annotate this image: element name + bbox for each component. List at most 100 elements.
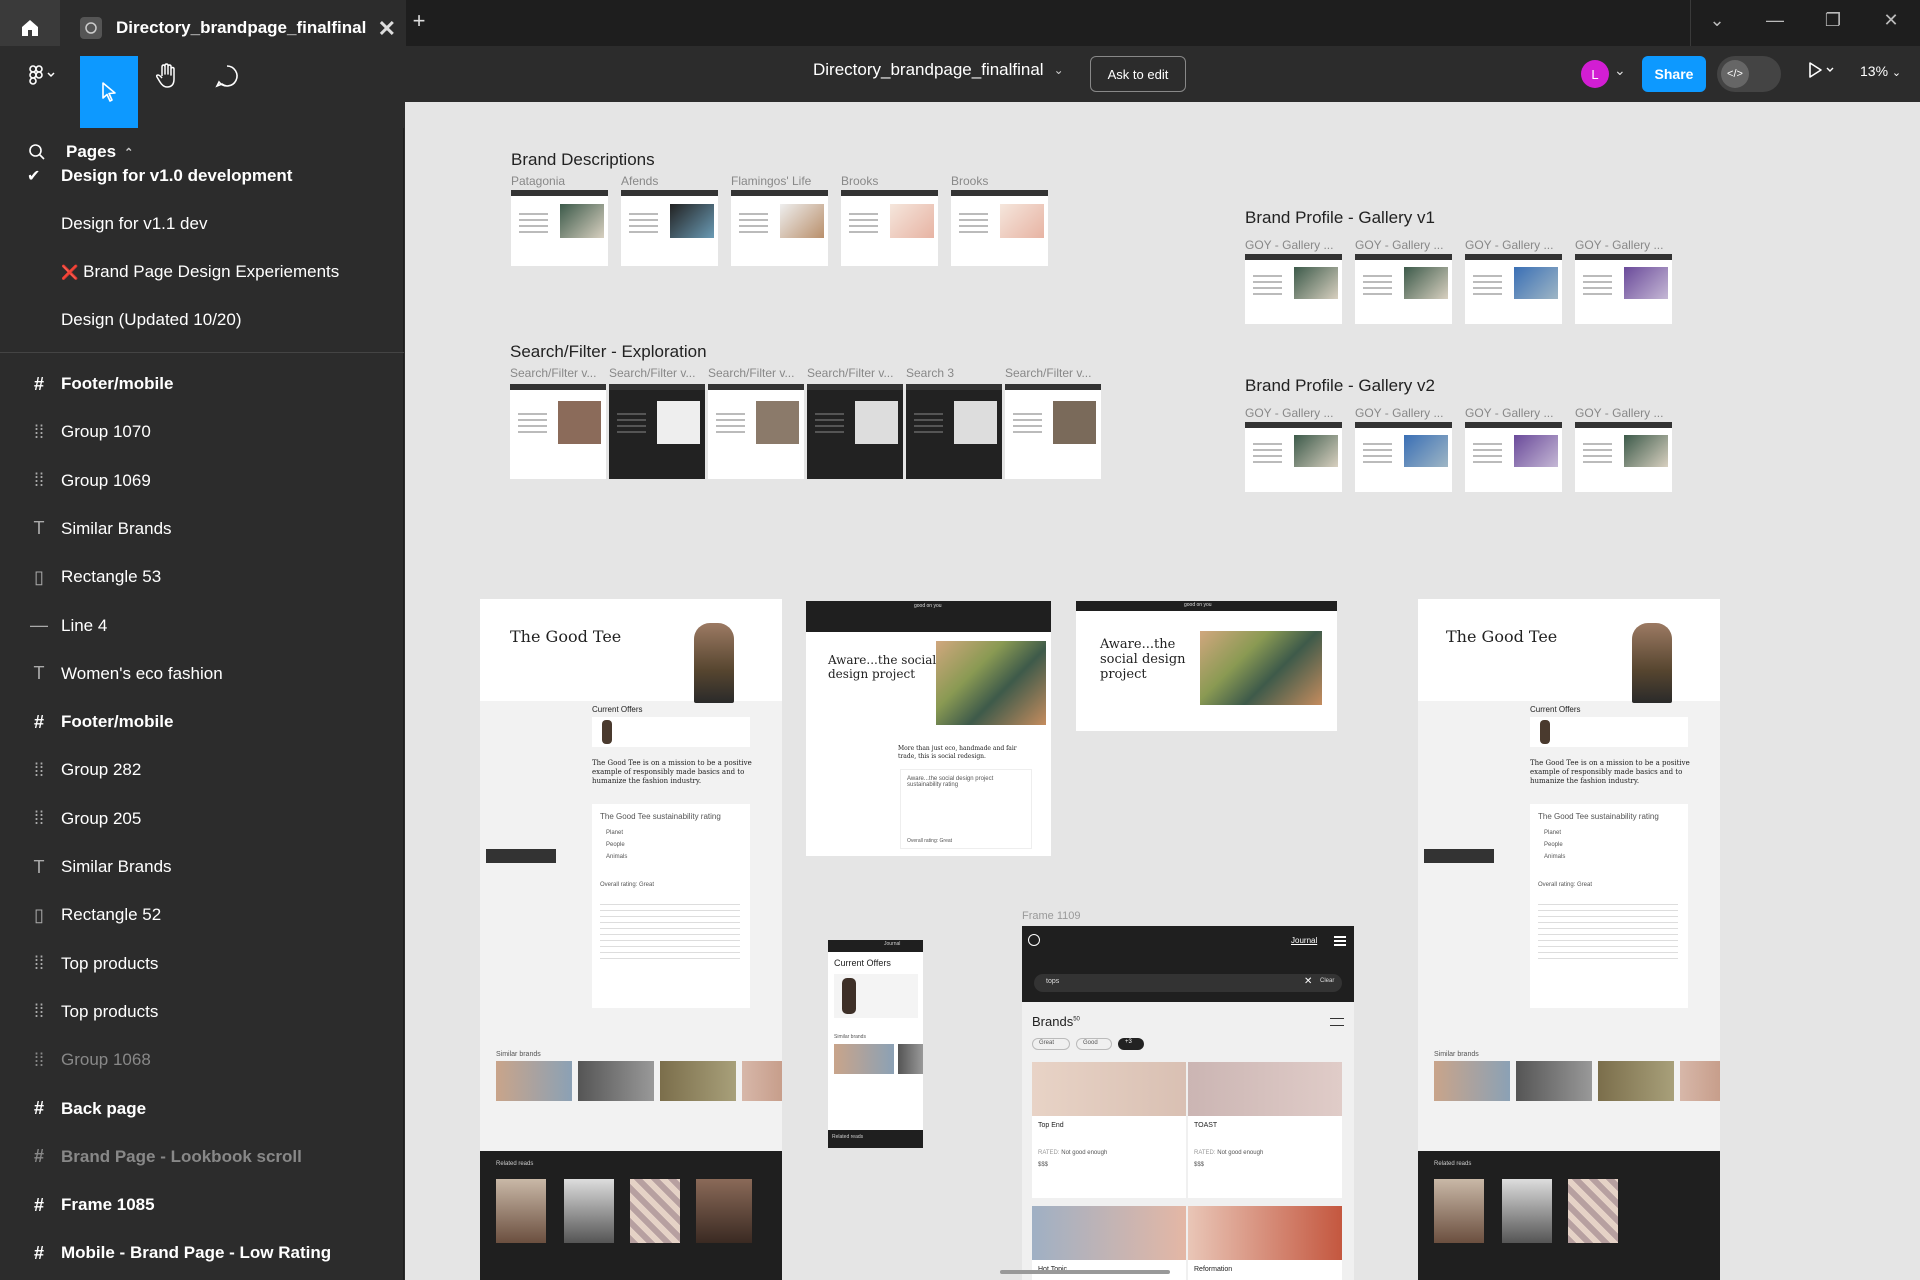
offer-card[interactable] bbox=[592, 717, 750, 747]
layer-item[interactable]: ▯ Rectangle 53 bbox=[0, 557, 404, 597]
close-window-icon[interactable]: ✕ bbox=[1876, 10, 1906, 31]
frame-thumbnail[interactable] bbox=[511, 190, 608, 266]
layer-item[interactable]: # Footer/mobile bbox=[0, 364, 404, 404]
menu-icon[interactable] bbox=[1334, 936, 1346, 946]
frame-mobile-offers[interactable]: Journal Current Offers Similar brands Re… bbox=[828, 940, 923, 1148]
search-icon[interactable] bbox=[28, 143, 46, 161]
related-read-image[interactable] bbox=[696, 1179, 752, 1243]
layer-item[interactable]: ⁞⁞ Group 1070 bbox=[0, 412, 404, 452]
layer-item[interactable]: # Back page bbox=[0, 1089, 404, 1129]
move-tool-button[interactable] bbox=[80, 56, 138, 128]
comment-tool-button[interactable] bbox=[198, 56, 256, 96]
canvas[interactable]: Brand Descriptions Patagonia Afends Flamin… bbox=[405, 102, 1920, 1280]
related-read-image[interactable] bbox=[496, 1179, 546, 1243]
layer-item[interactable]: ⁞⁞ Group 1069 bbox=[0, 461, 404, 501]
frame-aware-2[interactable]: good on you Aware...the social design pr… bbox=[1076, 601, 1337, 731]
document-title-menu[interactable]: Directory_brandpage_finalfinal ⌄ bbox=[813, 60, 1064, 80]
frame-thumbnail[interactable] bbox=[1575, 422, 1672, 492]
frame-thumbnail[interactable] bbox=[1005, 384, 1101, 479]
frame-1109[interactable]: Journal tops ✕ Clear Brands50 Great Good… bbox=[1022, 926, 1354, 1280]
layer-item[interactable]: # Frame 1085 bbox=[0, 1185, 404, 1225]
hand-tool-button[interactable] bbox=[138, 56, 196, 96]
zoom-level[interactable]: 13% ⌄ bbox=[1860, 63, 1901, 79]
related-read-image[interactable] bbox=[630, 1179, 680, 1243]
minimize-icon[interactable]: — bbox=[1760, 10, 1790, 31]
layer-item[interactable]: # Brand Page - Lookbook scroll bbox=[0, 1137, 404, 1177]
frame-thumbnail[interactable] bbox=[1245, 254, 1342, 324]
layer-item[interactable]: T Similar Brands bbox=[0, 509, 404, 549]
layer-item[interactable]: ⁞⁞ Group 1068 bbox=[0, 1040, 404, 1080]
new-tab-button[interactable]: + bbox=[406, 8, 432, 36]
restore-icon[interactable]: ❐ bbox=[1818, 10, 1848, 31]
offer-card[interactable] bbox=[834, 974, 918, 1018]
chip-great[interactable]: Great bbox=[1032, 1038, 1070, 1050]
layer-item[interactable]: T Similar Brands bbox=[0, 847, 404, 887]
frame-aware-1[interactable]: good on you Aware...the social design pr… bbox=[806, 601, 1051, 856]
pages-header[interactable]: Pages ⌃ bbox=[28, 142, 133, 162]
layer-item[interactable]: # Mobile - Brand Page - Low Rating bbox=[0, 1233, 404, 1273]
layer-item[interactable]: ⁞⁞ Group 205 bbox=[0, 799, 404, 839]
share-button[interactable]: Share bbox=[1642, 56, 1706, 92]
frame-thumbnail[interactable] bbox=[1355, 422, 1452, 492]
similar-brand-image[interactable] bbox=[496, 1061, 572, 1101]
clear-button[interactable]: Clear bbox=[1320, 978, 1334, 984]
related-read-image[interactable] bbox=[564, 1179, 614, 1243]
similar-brand-image[interactable] bbox=[834, 1044, 894, 1074]
frame-thumbnail[interactable] bbox=[708, 384, 804, 479]
frame-thumbnail[interactable] bbox=[1465, 422, 1562, 492]
frame-thumbnail[interactable] bbox=[1245, 422, 1342, 492]
layer-item[interactable]: ⁞⁞ Top products bbox=[0, 944, 404, 984]
similar-brand-image[interactable] bbox=[742, 1061, 782, 1101]
avatar[interactable]: L bbox=[1581, 60, 1609, 88]
journal-link[interactable]: Journal bbox=[1291, 936, 1317, 945]
frame-thumbnail[interactable] bbox=[1465, 254, 1562, 324]
brand-card[interactable]: Top End RATED: Not good enough $$$ bbox=[1032, 1062, 1186, 1198]
frame-thumbnail[interactable] bbox=[731, 190, 828, 266]
brand-card[interactable]: TOAST RATED: Not good enough $$$ bbox=[1188, 1062, 1342, 1198]
layer-item[interactable]: — Line 4 bbox=[0, 606, 404, 646]
related-read-image[interactable] bbox=[1434, 1179, 1484, 1243]
horizontal-scrollbar[interactable] bbox=[1000, 1270, 1170, 1274]
page-item-v1-0[interactable]: Design for v1.0 development bbox=[61, 166, 292, 186]
ask-to-edit-button[interactable]: Ask to edit bbox=[1090, 56, 1186, 92]
similar-brand-image[interactable] bbox=[660, 1061, 736, 1101]
page-item-updated[interactable]: Design (Updated 10/20) bbox=[61, 310, 242, 330]
page-item-v1-1[interactable]: Design for v1.1 dev bbox=[61, 214, 207, 234]
frame-thumbnail[interactable] bbox=[807, 384, 903, 479]
frame-thumbnail[interactable] bbox=[1355, 254, 1452, 324]
frame-good-tee-right[interactable]: The Good Tee Current Offers The Good Tee… bbox=[1418, 599, 1720, 1280]
layer-item[interactable]: ⁞⁞ Top products bbox=[0, 992, 404, 1032]
related-read-image[interactable] bbox=[1502, 1179, 1552, 1243]
layer-item[interactable]: # Footer/mobile bbox=[0, 702, 404, 742]
frame-thumbnail[interactable] bbox=[510, 384, 606, 479]
chip-more[interactable]: +3 bbox=[1118, 1038, 1144, 1050]
search-input[interactable]: tops ✕ Clear bbox=[1034, 974, 1342, 992]
main-menu-button[interactable] bbox=[14, 56, 72, 96]
similar-brand-image[interactable] bbox=[578, 1061, 654, 1101]
tabs-dropdown-icon[interactable]: ⌄ bbox=[1702, 10, 1732, 31]
frame-good-tee-left[interactable]: The Good Tee Current Offers The Good Tee… bbox=[480, 599, 782, 1280]
similar-brand-image[interactable] bbox=[1598, 1061, 1674, 1101]
similar-brand-image[interactable] bbox=[1516, 1061, 1592, 1101]
frame-thumbnail[interactable] bbox=[621, 190, 718, 266]
frame-thumbnail[interactable] bbox=[841, 190, 938, 266]
frame-thumbnail[interactable] bbox=[609, 384, 705, 479]
brand-card[interactable]: Reformation bbox=[1188, 1206, 1342, 1280]
dev-mode-toggle[interactable]: </> bbox=[1717, 56, 1781, 92]
similar-brand-image[interactable] bbox=[898, 1044, 923, 1074]
frame-thumbnail[interactable] bbox=[951, 190, 1048, 266]
page-item-brand-experiments[interactable]: ❌ Brand Page Design Experiements bbox=[61, 262, 339, 282]
layer-item[interactable]: ⁞⁞ Group 282 bbox=[0, 750, 404, 790]
layer-item[interactable]: T Women's eco fashion bbox=[0, 654, 404, 694]
frame-thumbnail[interactable] bbox=[906, 384, 1002, 479]
journal-link[interactable]: Journal bbox=[884, 941, 900, 947]
clear-icon[interactable]: ✕ bbox=[1304, 976, 1312, 987]
similar-brand-image[interactable] bbox=[1680, 1061, 1720, 1101]
related-read-image[interactable] bbox=[1568, 1179, 1618, 1243]
present-button[interactable] bbox=[1806, 60, 1838, 85]
frame-thumbnail[interactable] bbox=[1575, 254, 1672, 324]
brand-card[interactable]: Hot Topic bbox=[1032, 1206, 1186, 1280]
close-tab-icon[interactable]: ✕ bbox=[378, 16, 396, 42]
similar-brand-image[interactable] bbox=[1434, 1061, 1510, 1101]
offer-card[interactable] bbox=[1530, 717, 1688, 747]
